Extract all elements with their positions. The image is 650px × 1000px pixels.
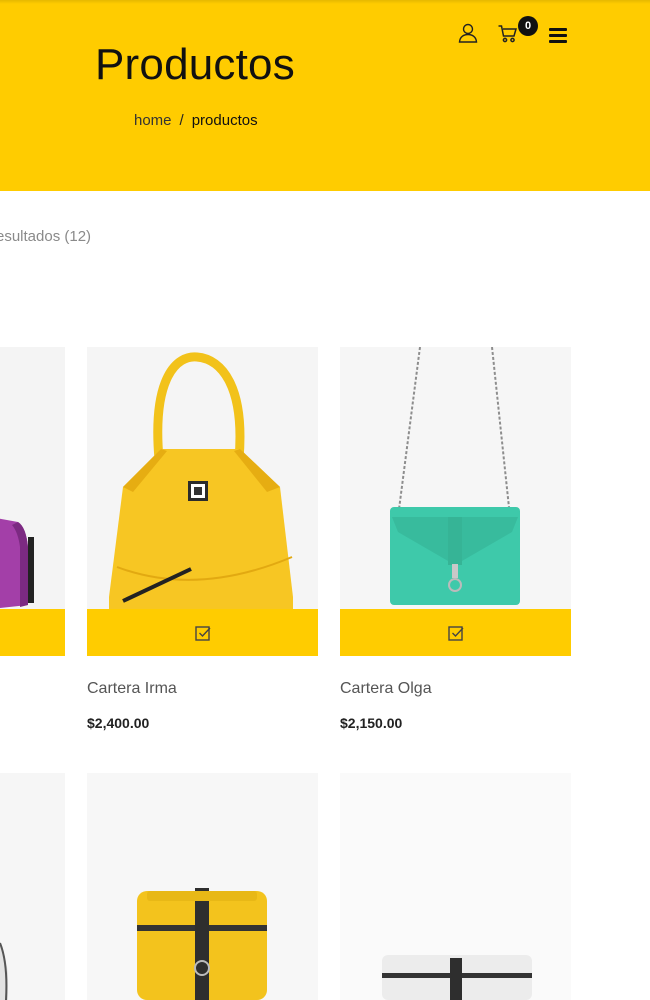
menu-icon[interactable] (545, 22, 571, 48)
product-card[interactable] (0, 773, 65, 1000)
breadcrumb-current: productos (191, 112, 258, 129)
product-price: $2,150.00 (340, 715, 403, 731)
breadcrumb: home / productos (134, 112, 258, 129)
product-image[interactable] (0, 347, 65, 609)
results-count: esultados (12) (0, 228, 92, 245)
product-image[interactable] (87, 773, 318, 1000)
product-card[interactable]: Cartera Olga $2,150.00 (340, 347, 571, 747)
product-card[interactable] (0, 347, 65, 657)
page-header: Productos home / productos 0 (0, 0, 650, 191)
product-image[interactable] (0, 773, 65, 1000)
user-icon[interactable] (455, 20, 481, 46)
header-top-border (0, 0, 650, 4)
product-card[interactable] (340, 773, 571, 1000)
product-image[interactable] (87, 347, 318, 609)
cart-count-badge: 0 (518, 16, 538, 36)
add-to-cart-button[interactable] (340, 609, 571, 656)
add-to-cart-button[interactable] (0, 609, 65, 656)
product-image[interactable] (340, 347, 571, 609)
page-title: Productos (95, 40, 295, 89)
product-image[interactable] (340, 773, 571, 1000)
breadcrumb-separator: / (179, 112, 184, 129)
checkbox-icon (194, 625, 211, 641)
product-name[interactable]: Cartera Olga (340, 680, 432, 698)
product-card[interactable] (87, 773, 318, 1000)
breadcrumb-home-link[interactable]: home (134, 112, 172, 129)
add-to-cart-button[interactable] (87, 609, 318, 656)
product-name[interactable]: Cartera Irma (87, 680, 177, 698)
product-card[interactable]: Cartera Irma $2,400.00 (87, 347, 318, 747)
checkbox-icon (447, 625, 464, 641)
product-price: $2,400.00 (87, 715, 150, 731)
